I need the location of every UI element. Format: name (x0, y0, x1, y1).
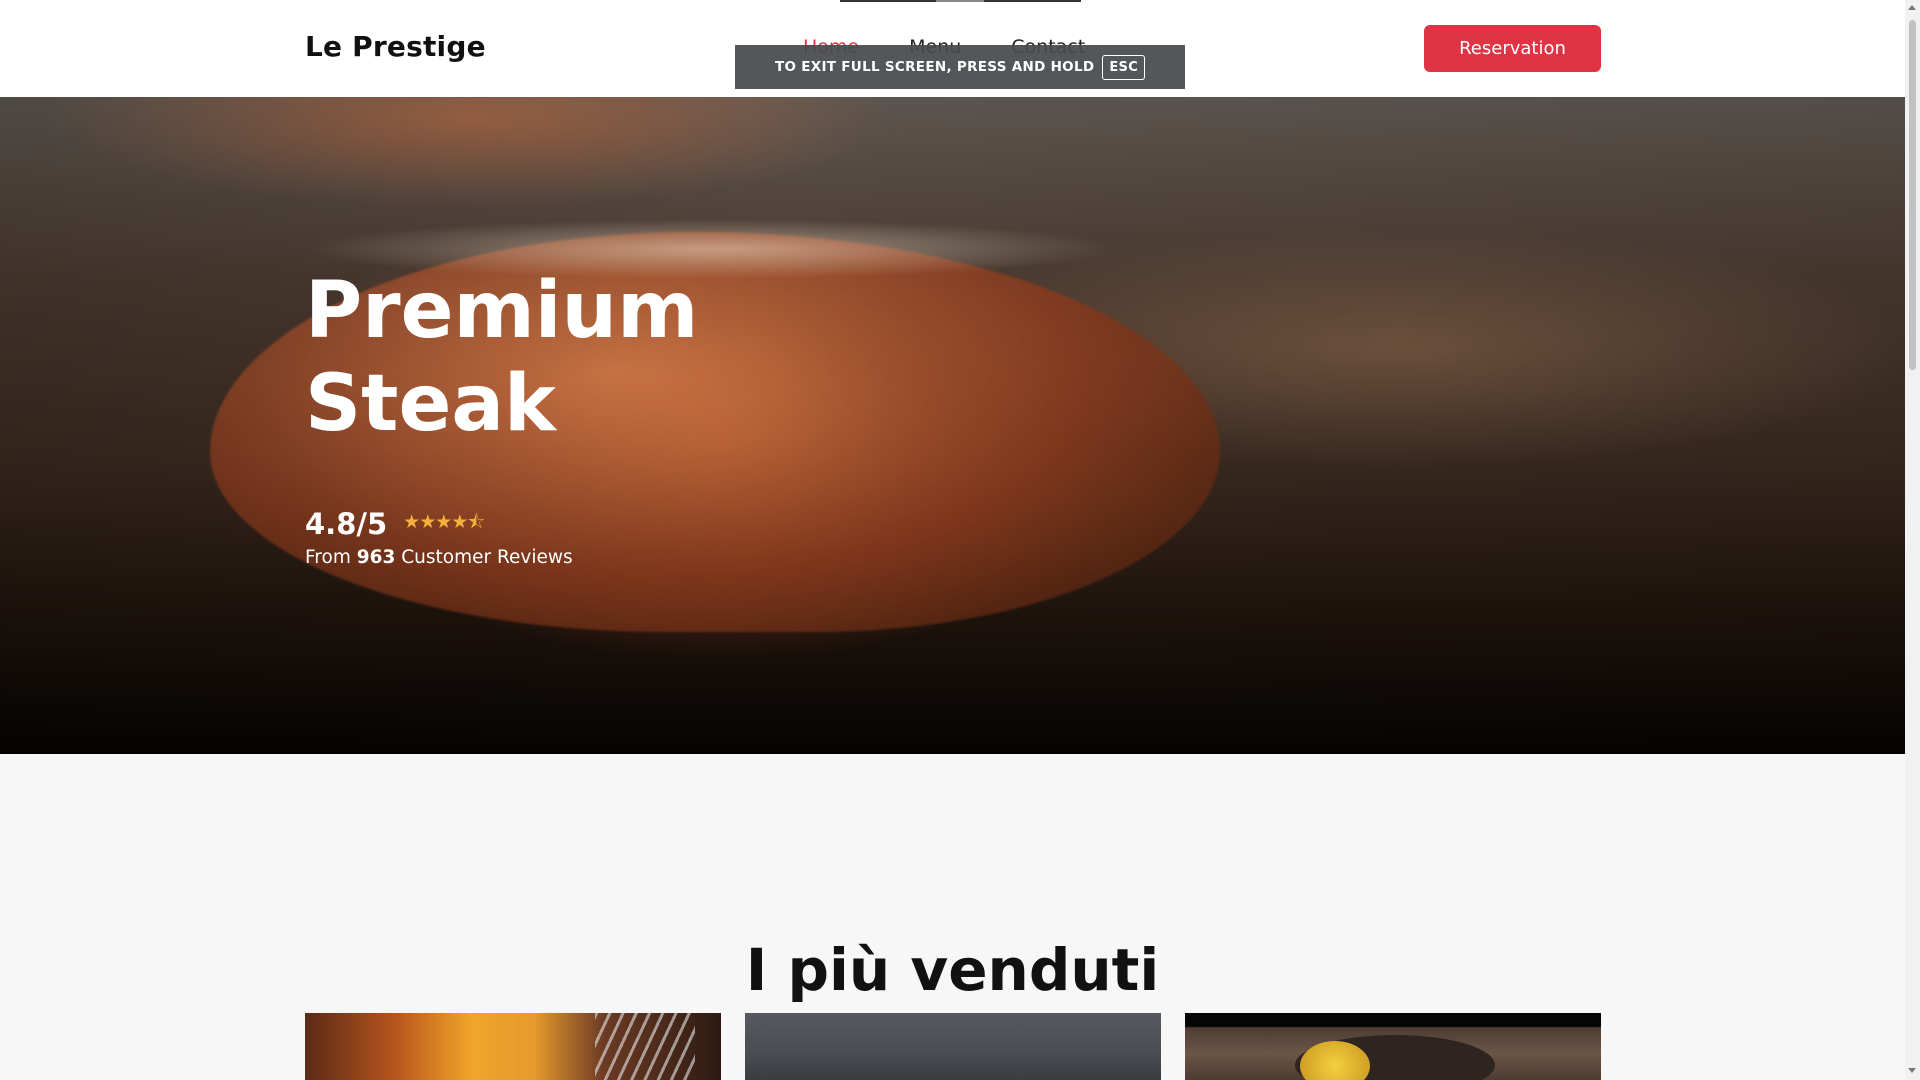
fork-image-detail (595, 1013, 695, 1080)
hero-section: Premium Steak 4.8/5 ★★★★⯪ From 963 Custo… (0, 97, 1905, 754)
bestseller-card-2[interactable] (745, 1013, 1161, 1080)
bestsellers-title: I più venduti (745, 936, 1160, 1005)
scrollbar-thumb[interactable] (1909, 20, 1916, 370)
reviews-suffix: Customer Reviews (401, 547, 573, 568)
fullscreen-indicator-line (840, 0, 1081, 2)
page: Le Prestige Home Menu Contact Reservatio… (0, 0, 1905, 1080)
site-logo[interactable]: Le Prestige (305, 30, 486, 63)
page-scrollbar[interactable] (1905, 0, 1920, 1080)
bestseller-card-3[interactable] (1185, 1013, 1601, 1080)
rating-stars-icon: ★★★★⯪ (403, 511, 485, 533)
scroll-down-arrow-icon[interactable] (1908, 1068, 1916, 1073)
rating-row: 4.8/5 ★★★★⯪ (305, 507, 725, 541)
reviews-prefix: From (305, 547, 351, 568)
bestseller-card-1[interactable] (305, 1013, 721, 1080)
rating-score: 4.8/5 (305, 507, 388, 541)
scroll-up-arrow-icon[interactable] (1908, 5, 1916, 10)
hero-content: Premium Steak 4.8/5 ★★★★⯪ From 963 Custo… (305, 265, 725, 568)
fullscreen-notice-text: TO EXIT FULL SCREEN, PRESS AND HOLD (774, 59, 1095, 75)
reservation-button[interactable]: Reservation (1424, 25, 1601, 72)
esc-key-badge: ESC (1102, 54, 1146, 80)
reviews-summary: From 963 Customer Reviews (305, 547, 725, 568)
hero-title: Premium Steak (305, 266, 699, 449)
reviews-count: 963 (356, 547, 396, 568)
fullscreen-exit-notice: TO EXIT FULL SCREEN, PRESS AND HOLD ESC (735, 45, 1185, 89)
